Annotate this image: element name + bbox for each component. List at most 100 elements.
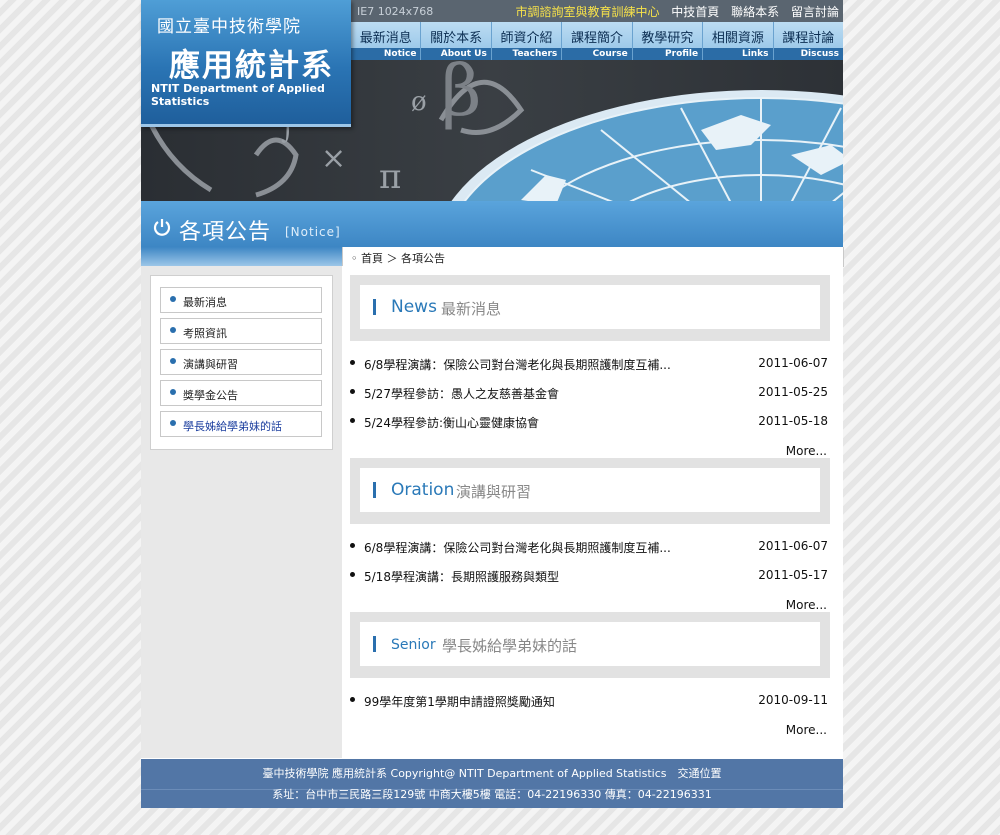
list-item[interactable]: 6/8學程演講：保險公司對台灣老化與長期照護制度互補... 2011-06-07 [350,538,828,556]
page-container: 國立臺中技術學院 應用統計系 NTIT Department of Applie… [141,0,844,808]
item-date: 2011-05-25 [758,385,828,399]
browser-note: IE7 1024x768 [357,5,434,18]
sidebar-item-scholarship[interactable]: 獎學金公告 [160,380,322,406]
link-survey-center[interactable]: 市調諮詢室與教育訓練中心 [515,5,659,19]
banner-symbol-beta: β [441,60,481,132]
sidebar: 最新消息 考照資訊 演講與研習 獎學金公告 學長姊給學弟妹的話 [141,266,342,758]
section-title-cn: 演講與研習 [456,483,532,501]
nav-sublabel: Links [703,48,773,60]
section-header-inner: News 最新消息 [360,285,820,329]
list-item[interactable]: 5/24學程參訪:衡山心靈健康協會 2011-05-18 [350,413,828,431]
bullet-icon [350,418,355,423]
nav-sublabel: Notice [351,48,421,60]
sidebar-top-stripe [141,247,342,266]
item-date: 2011-06-07 [758,539,828,553]
breadcrumb: ◦ 首頁 ＞ 各項公告 [342,247,844,267]
dept-name-en: NTIT Department of Applied Statistics [151,82,325,108]
nav-label: 關於本系 [430,31,483,46]
nav-course[interactable]: 課程簡介 Course [562,22,633,60]
bullet-icon [170,358,176,364]
sidebar-item-license[interactable]: 考照資訊 [160,318,322,344]
top-utility-bar: IE7 1024x768 市調諮詢室與教育訓練中心 中技首頁 聯絡本系 留言討論 [351,0,843,22]
sidebar-item-oration[interactable]: 演講與研習 [160,349,322,375]
main-content: News 最新消息 6/8學程演講：保險公司對台灣老化與長期照護制度互補... 2… [342,266,843,758]
section-header-oration: Oration 演講與研習 [350,458,830,524]
nav-profile[interactable]: 教學研究 Profile [632,22,704,60]
section-title-en: Oration [391,480,455,500]
sidebar-menu: 最新消息 考照資訊 演講與研習 獎學金公告 學長姊給學弟妹的話 [150,275,333,450]
banner-symbol-phi: ø [411,87,427,117]
nav-discuss[interactable]: 課程討論 Discuss [773,22,843,60]
banner-symbol-times: × [321,141,346,176]
nav-label: 最新消息 [359,31,412,46]
utility-links: 市調諮詢室與教育訓練中心 中技首頁 聯絡本系 留言討論 [507,3,839,20]
link-guestbook[interactable]: 留言討論 [791,5,839,19]
sidebar-item-senior[interactable]: 學長姊給學弟妹的話 [160,411,322,437]
breadcrumb-text[interactable]: ◦ 首頁 ＞ 各項公告 [351,250,445,266]
dept-logo[interactable]: 國立臺中技術學院 應用統計系 NTIT Department of Applie… [141,0,351,127]
nav-links[interactable]: 相關資源 Links [703,22,774,60]
item-title[interactable]: 5/18學程演講：長期照護服務與類型 [364,568,559,585]
nav-notice[interactable]: 最新消息 Notice [351,22,422,60]
item-title[interactable]: 6/8學程演講：保險公司對台灣老化與長期照護制度互補... [364,356,671,373]
more-link-oration[interactable]: More... [786,598,827,612]
nav-sublabel: Discuss [773,48,843,60]
list-item[interactable]: 5/27學程參訪：愚人之友慈善基金會 2011-05-25 [350,384,828,402]
more-link-senior[interactable]: More... [786,723,827,737]
item-title[interactable]: 5/27學程參訪：愚人之友慈善基金會 [364,385,559,402]
banner-symbol-pi: π [379,157,401,197]
section-header-inner: Oration 演講與研習 [360,468,820,512]
item-date: 2011-06-07 [758,356,828,370]
footer-address: 系址：台中市三民路三段129號 中商大樓5樓 電話：04-22196330 傳真… [272,788,712,801]
sidebar-item-label: 考照資訊 [183,327,227,340]
nav-label: 課程簡介 [570,31,623,46]
sidebar-item-label: 獎學金公告 [183,389,238,402]
nav-label: 課程討論 [782,31,835,46]
item-title[interactable]: 5/24學程參訪:衡山心靈健康協會 [364,414,539,431]
sidebar-item-news[interactable]: 最新消息 [160,287,322,313]
list-item[interactable]: 5/18學程演講：長期照護服務與類型 2011-05-17 [350,567,828,585]
bullet-icon [170,327,176,333]
nav-about[interactable]: 關於本系 About Us [421,22,492,60]
power-icon [153,219,171,236]
bullet-icon [170,389,176,395]
more-link-news[interactable]: More... [786,444,827,458]
section-marker [373,482,376,498]
nav-sublabel: Profile [632,48,703,60]
bullet-icon [170,296,176,302]
link-school-home[interactable]: 中技首頁 [671,5,719,19]
bullet-icon [350,572,355,577]
section-title-cn: 最新消息 [441,300,502,318]
nav-label: 教學研究 [641,31,694,46]
bullet-icon [350,360,355,365]
section-header-inner: Senior 學長姊給學弟妹的話 [360,622,820,666]
page-title-bar: 各項公告 [Notice] [141,201,843,247]
nav-label: 師資介紹 [500,31,553,46]
item-date: 2011-05-18 [758,414,828,428]
bullet-icon [350,697,355,702]
footer: 臺中技術學院 應用統計系 Copyright@ NTIT Department … [141,759,843,808]
section-title-cn: 學長姊給學弟妹的話 [442,637,578,655]
bullet-icon [350,389,355,394]
page-title: 各項公告 [179,220,272,245]
item-title[interactable]: 99學年度第1學期申請證照獎勵通知 [364,693,555,710]
nav-sublabel: Course [562,48,632,60]
section-header-news: News 最新消息 [350,275,830,341]
link-contact[interactable]: 聯絡本系 [731,5,779,19]
item-date: 2010-09-11 [758,693,828,707]
sidebar-item-label: 最新消息 [183,296,227,309]
section-header-senior: Senior 學長姊給學弟妹的話 [350,612,830,678]
list-item[interactable]: 6/8學程演講：保險公司對台灣老化與長期照護制度互補... 2011-06-07 [350,355,828,373]
item-title[interactable]: 6/8學程演講：保險公司對台灣老化與長期照護制度互補... [364,539,671,556]
nav-teachers[interactable]: 師資介紹 Teachers [491,22,563,60]
item-date: 2011-05-17 [758,568,828,582]
section-marker [373,636,376,652]
dept-name: 應用統計系 [169,48,334,84]
section-marker [373,299,376,315]
list-item[interactable]: 99學年度第1學期申請證照獎勵通知 2010-09-11 [350,692,828,710]
bullet-icon [350,543,355,548]
section-title-en: Senior [391,637,436,653]
main-nav: 最新消息 Notice 關於本系 About Us 師資介紹 Teachers 課程簡… [351,22,843,60]
nav-label: 相關資源 [711,31,764,46]
page-title-en: [Notice] [285,225,341,239]
